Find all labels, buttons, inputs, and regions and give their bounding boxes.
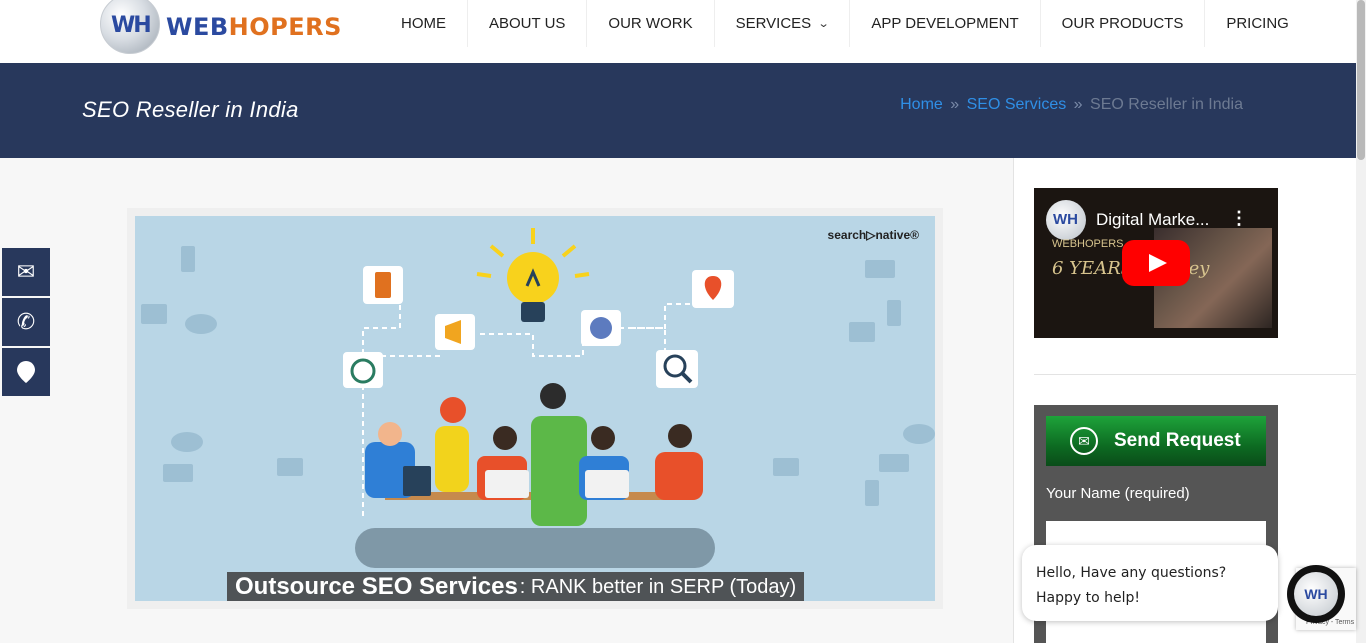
map-pin-icon (17, 361, 35, 383)
hero-caption: Outsource SEO Services: RANK better in S… (227, 572, 805, 601)
page-scrollbar[interactable] (1356, 0, 1366, 643)
phone-icon: ✆ (16, 309, 36, 334)
more-vert-icon[interactable]: ⋮ (1230, 208, 1248, 229)
logo-globe-icon: WH (100, 0, 160, 54)
play-button-icon[interactable] (1122, 240, 1190, 286)
channel-avatar[interactable]: WH (1046, 200, 1086, 240)
channel-avatar-mark: WH (1053, 211, 1078, 228)
nav-label: HOME (401, 15, 446, 32)
breadcrumb-home-link[interactable]: Home (900, 96, 943, 113)
nav-item-our-products[interactable]: OUR PRODUCTS (1041, 0, 1206, 47)
chat-launcher-button[interactable]: WH (1287, 565, 1345, 623)
hero-caption-bold: Outsource SEO Services (235, 573, 518, 600)
video-channel-text: WEBHOPERS (1052, 238, 1124, 250)
contact-phone-button[interactable]: ✆ (2, 298, 50, 346)
chat-greeting-bubble[interactable]: Hello, Have any questions? Happy to help… (1022, 545, 1278, 621)
envelope-icon: ✉ (16, 259, 36, 284)
main-nav: HOME ABOUT US OUR WORK SERVICES ⌄ APP DEV… (380, 0, 1310, 47)
site-logo[interactable]: WH WEBHOPERS (100, 0, 342, 54)
send-request-label: Send Request (1114, 430, 1241, 451)
nav-item-our-work[interactable]: OUR WORK (587, 0, 715, 47)
logo-text-part1: WEB (166, 13, 229, 41)
name-field-label: Your Name (required) (1046, 485, 1190, 502)
breadcrumb: Home » SEO Services » SEO Reseller in In… (900, 96, 1243, 114)
chat-greeting-text: Hello, Have any questions? Happy to help… (1036, 565, 1227, 606)
sidebar-separator (1034, 374, 1356, 375)
nav-item-app-development[interactable]: APP DEVELOPMENT (850, 0, 1041, 47)
chat-avatar-mark: WH (1304, 586, 1328, 602)
nav-label: APP DEVELOPMENT (871, 15, 1019, 32)
logo-mark: WH (111, 13, 152, 38)
breadcrumb-seo-services-link[interactable]: SEO Services (967, 96, 1067, 113)
breadcrumb-current: SEO Reseller in India (1090, 96, 1243, 113)
nav-label: OUR PRODUCTS (1061, 15, 1184, 32)
nav-label: SERVICES (735, 15, 812, 32)
site-header: WH WEBHOPERS HOME ABOUT US OUR WORK SERV… (0, 0, 1356, 63)
nav-item-pricing[interactable]: PRICING (1205, 0, 1310, 47)
send-request-button[interactable]: ✉ Send Request (1046, 416, 1266, 466)
breadcrumb-separator: » (1073, 96, 1083, 113)
logo-text-part2: HOPERS (228, 13, 342, 41)
chat-avatar-logo: WH (1294, 572, 1338, 616)
youtube-video-embed[interactable]: WH Digital Marke... ⋮ WEBHOPERS 6 YEARS … (1034, 188, 1278, 338)
chevron-down-icon: ⌄ (817, 18, 830, 30)
nav-label: OUR WORK (608, 15, 693, 32)
hero-caption-rest: : RANK better in SERP (Today) (519, 575, 797, 598)
nav-item-home[interactable]: HOME (380, 0, 468, 47)
page-title-band: SEO Reseller in India Home » SEO Service… (0, 63, 1356, 158)
nav-item-services[interactable]: SERVICES ⌄ (715, 0, 851, 47)
hero-illustration (141, 228, 935, 568)
breadcrumb-separator: » (950, 96, 960, 113)
page-title: SEO Reseller in India (82, 97, 299, 122)
hero-brand-mark: search▷native® (827, 228, 919, 242)
video-title[interactable]: Digital Marke... (1096, 210, 1209, 230)
contact-location-button[interactable] (2, 348, 50, 396)
hero-image: search▷native® Outsource SEO Services: R… (135, 216, 935, 601)
envelope-icon: ✉ (1070, 427, 1098, 455)
nav-label: PRICING (1226, 15, 1289, 32)
lightbulb-icon (476, 228, 590, 322)
logo-text: WEBHOPERS (166, 13, 342, 41)
nav-item-about-us[interactable]: ABOUT US (468, 0, 588, 47)
contact-email-button[interactable]: ✉ (2, 248, 50, 296)
scrollbar-thumb[interactable] (1357, 0, 1365, 160)
nav-label: ABOUT US (489, 15, 566, 32)
